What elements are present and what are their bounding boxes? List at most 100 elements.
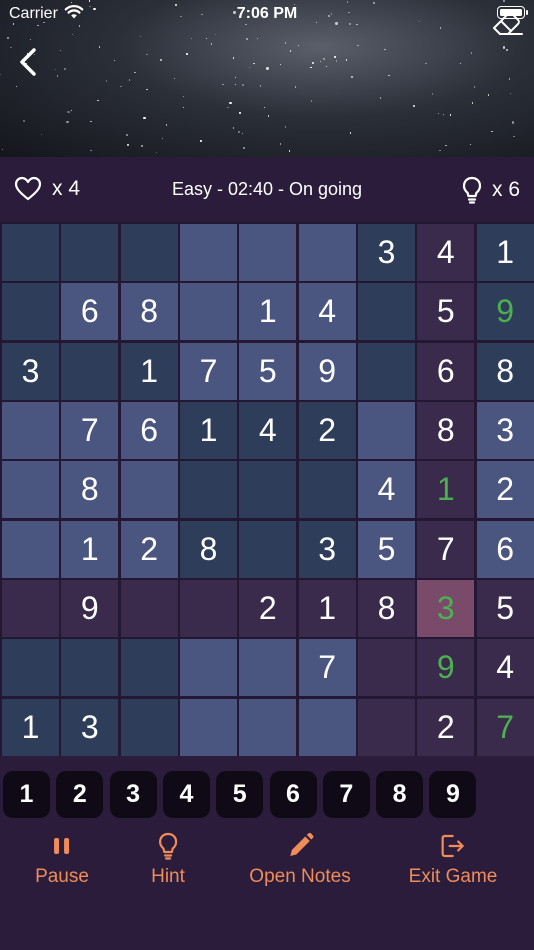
board-cell[interactable]: [61, 639, 119, 697]
board-cell[interactable]: 5: [417, 283, 475, 341]
board-cell[interactable]: [239, 224, 297, 281]
board-cell[interactable]: 8: [180, 520, 237, 578]
board-cell[interactable]: 5: [476, 580, 534, 637]
number-button-7[interactable]: 7: [322, 771, 370, 818]
board-cell[interactable]: 5: [358, 520, 415, 578]
board-cell[interactable]: 6: [120, 402, 178, 459]
number-button-3[interactable]: 3: [109, 771, 157, 818]
board-cell[interactable]: 7: [476, 698, 534, 756]
board-cell[interactable]: [298, 698, 356, 756]
board-cell[interactable]: [239, 698, 297, 756]
board-cell[interactable]: 6: [417, 342, 475, 400]
board-cell[interactable]: 7: [61, 402, 119, 459]
board-cell[interactable]: [180, 224, 237, 281]
star: [379, 97, 382, 99]
board-cell[interactable]: 2: [476, 461, 534, 519]
open-notes-button[interactable]: Open Notes: [249, 832, 351, 888]
board-cell[interactable]: [180, 283, 237, 341]
board-cell[interactable]: [358, 283, 415, 341]
board-cell[interactable]: 3: [417, 580, 475, 637]
board-cell[interactable]: [120, 698, 178, 756]
board-cell[interactable]: [2, 520, 59, 578]
board-cell[interactable]: 1: [239, 283, 297, 341]
board-cell[interactable]: 9: [61, 580, 119, 637]
board-cell[interactable]: 6: [61, 283, 119, 341]
board-cell[interactable]: 9: [417, 639, 475, 697]
board-cell[interactable]: [239, 639, 297, 697]
number-button-5[interactable]: 5: [216, 771, 264, 818]
board-cell[interactable]: 1: [476, 224, 534, 281]
board-cell[interactable]: 3: [2, 342, 59, 400]
board-cell[interactable]: 1: [298, 580, 356, 637]
number-button-8[interactable]: 8: [376, 771, 424, 818]
board-cell[interactable]: 9: [476, 283, 534, 341]
hint-button[interactable]: Hint: [151, 832, 185, 888]
board-cell[interactable]: 8: [120, 283, 178, 341]
board-cell[interactable]: [61, 342, 119, 400]
board-cell[interactable]: 1: [61, 520, 119, 578]
board-cell[interactable]: 4: [358, 461, 415, 519]
board-cell[interactable]: 2: [417, 698, 475, 756]
board-cell[interactable]: 7: [417, 520, 475, 578]
board-cell[interactable]: 3: [298, 520, 356, 578]
board-cell[interactable]: [239, 520, 297, 578]
board-cell[interactable]: 5: [239, 342, 297, 400]
board-cell[interactable]: [358, 639, 415, 697]
board-cell[interactable]: [61, 224, 119, 281]
board-cell[interactable]: [2, 639, 59, 697]
board-cell[interactable]: [358, 698, 415, 756]
board-cell[interactable]: 4: [476, 639, 534, 697]
board-cell[interactable]: [180, 639, 237, 697]
board-cell[interactable]: 3: [358, 224, 415, 281]
number-button-6[interactable]: 6: [269, 771, 317, 818]
board-cell[interactable]: 9: [298, 342, 356, 400]
board-cell[interactable]: 7: [298, 639, 356, 697]
board-cell[interactable]: 6: [476, 520, 534, 578]
board-cell[interactable]: 8: [61, 461, 119, 519]
eraser-button[interactable]: [488, 6, 526, 42]
board-cell[interactable]: 1: [2, 698, 59, 756]
board-cell[interactable]: 2: [120, 520, 178, 578]
board-cell[interactable]: 1: [417, 461, 475, 519]
board-cell[interactable]: 1: [180, 402, 237, 459]
board-cell[interactable]: 7: [180, 342, 237, 400]
board-cell[interactable]: [120, 639, 178, 697]
board-cell[interactable]: 2: [298, 402, 356, 459]
number-button-2[interactable]: 2: [56, 771, 104, 818]
board-cell[interactable]: [239, 461, 297, 519]
board-cell[interactable]: 4: [239, 402, 297, 459]
board-cell[interactable]: 3: [61, 698, 119, 756]
board-cell[interactable]: [180, 461, 237, 519]
board-cell[interactable]: 4: [298, 283, 356, 341]
board-cell[interactable]: [180, 580, 237, 637]
board-cell[interactable]: 8: [476, 342, 534, 400]
board-cell[interactable]: [2, 283, 59, 341]
board-cell[interactable]: [358, 342, 415, 400]
board-cell[interactable]: [180, 698, 237, 756]
pause-button[interactable]: Pause: [35, 832, 89, 888]
board-cell[interactable]: 3: [476, 402, 534, 459]
board-cell[interactable]: [2, 580, 59, 637]
board-cell[interactable]: 1: [120, 342, 178, 400]
number-button-9[interactable]: 9: [429, 771, 477, 818]
number-button-1[interactable]: 1: [3, 771, 50, 818]
board-cell[interactable]: [358, 402, 415, 459]
board-cell[interactable]: [120, 580, 178, 637]
star: [326, 65, 328, 67]
board-cell[interactable]: 8: [358, 580, 415, 637]
board-cell[interactable]: 4: [417, 224, 475, 281]
back-button[interactable]: [14, 46, 44, 80]
board-cell[interactable]: [120, 461, 178, 519]
exit-game-button[interactable]: Exit Game: [409, 832, 497, 888]
board-cell[interactable]: [2, 402, 59, 459]
board-cell[interactable]: [298, 461, 356, 519]
star: [127, 144, 129, 146]
board-cell[interactable]: [298, 224, 356, 281]
board-cell[interactable]: [2, 224, 59, 281]
star: [350, 75, 354, 79]
board-cell[interactable]: [2, 461, 59, 519]
board-cell[interactable]: 2: [239, 580, 297, 637]
board-cell[interactable]: [120, 224, 178, 281]
number-button-4[interactable]: 4: [162, 771, 210, 818]
board-cell[interactable]: 8: [417, 402, 475, 459]
